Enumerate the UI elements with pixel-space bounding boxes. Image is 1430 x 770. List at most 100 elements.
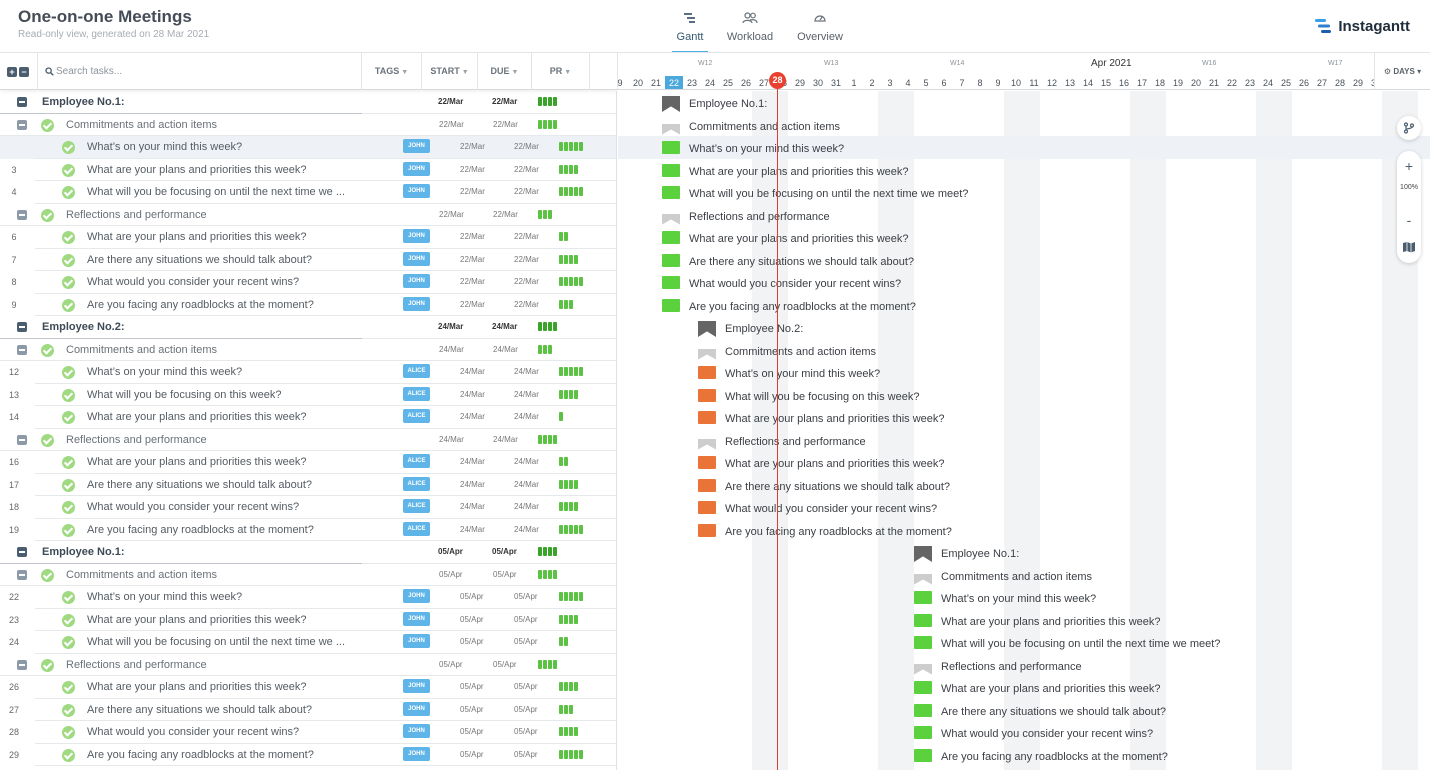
check-circle-icon[interactable] — [41, 343, 54, 357]
gantt-group-bar[interactable] — [914, 573, 932, 585]
gantt-task-bar[interactable] — [662, 186, 680, 199]
tab-gantt[interactable]: Gantt — [672, 10, 708, 53]
check-circle-icon[interactable] — [62, 231, 75, 244]
task-name[interactable]: Are you facing any roadblocks at the mom… — [87, 299, 357, 311]
check-circle-icon[interactable] — [62, 456, 75, 469]
assignee-tag[interactable]: JOHN — [403, 701, 430, 716]
check-circle-icon[interactable] — [41, 658, 54, 672]
table-row[interactable]: 4 What will you be focusing on until the … — [0, 181, 616, 204]
check-circle-icon[interactable] — [62, 411, 75, 424]
gantt-task-bar[interactable] — [914, 681, 932, 694]
task-name[interactable]: Employee No.2: — [42, 321, 342, 333]
check-circle-icon[interactable] — [62, 613, 75, 627]
task-name[interactable]: Commitments and action items — [66, 569, 356, 581]
gantt-group-bar[interactable] — [662, 213, 680, 225]
check-circle-icon[interactable] — [62, 366, 75, 379]
check-circle-icon[interactable] — [62, 298, 75, 312]
zoom-out-button[interactable]: - — [1397, 209, 1421, 231]
employee-row[interactable]: Employee No.2: 24/Mar 24/Mar — [0, 316, 616, 339]
task-name[interactable]: What would you consider your recent wins… — [87, 501, 357, 513]
collapse-toggle[interactable] — [17, 569, 27, 580]
collapse-toggle[interactable] — [17, 344, 27, 355]
gantt-task-bar[interactable] — [662, 141, 680, 154]
group-row[interactable]: Reflections and performance 24/Mar 24/Mar — [0, 429, 616, 451]
check-circle-icon[interactable] — [62, 681, 75, 694]
task-name[interactable]: What are your plans and priorities this … — [87, 681, 357, 693]
table-row[interactable]: 9 Are you facing any roadblocks at the mo… — [0, 294, 616, 316]
group-row[interactable]: Reflections and performance 22/Mar 22/Mar — [0, 204, 616, 226]
task-name[interactable]: Are you facing any roadblocks at the mom… — [87, 524, 357, 536]
column-header-tags[interactable]: TAGS ▼ — [362, 53, 422, 90]
assignee-tag[interactable]: JOHN — [403, 296, 430, 311]
table-row[interactable]: 14 What are your plans and priorities thi… — [0, 406, 616, 429]
table-row[interactable]: 28 What would you consider your recent wi… — [0, 721, 616, 744]
gantt-task-bar[interactable] — [698, 501, 716, 514]
assignee-tag[interactable]: JOHN — [403, 229, 430, 243]
task-name[interactable]: Reflections and performance — [66, 434, 356, 446]
collapse-toggle[interactable] — [17, 322, 27, 332]
task-name[interactable]: What will you be focusing on this week? — [87, 389, 357, 401]
table-row[interactable]: 3 What are your plans and priorities this… — [0, 159, 616, 181]
check-circle-icon[interactable] — [41, 568, 54, 582]
table-row[interactable]: 8 What would you consider your recent win… — [0, 271, 616, 294]
table-row[interactable]: 16 What are your plans and priorities thi… — [0, 451, 616, 474]
tab-overview[interactable]: Overview — [795, 10, 845, 52]
task-name[interactable]: What are your plans and priorities this … — [87, 164, 357, 176]
task-name[interactable]: What would you consider your recent wins… — [87, 276, 357, 288]
assignee-tag[interactable]: JOHN — [403, 746, 430, 761]
assignee-tag[interactable]: JOHN — [403, 679, 430, 693]
task-name[interactable]: Employee No.1: — [42, 96, 342, 108]
task-name[interactable]: What would you consider your recent wins… — [87, 726, 357, 738]
gantt-task-bar[interactable] — [914, 703, 932, 717]
task-name[interactable]: Commitments and action items — [66, 119, 356, 131]
check-circle-icon[interactable] — [62, 478, 75, 492]
task-name[interactable]: What’s on your mind this week? — [87, 141, 357, 153]
gantt-group-bar[interactable] — [914, 663, 932, 675]
task-name[interactable]: What will you be focusing on until the n… — [87, 636, 357, 648]
check-circle-icon[interactable] — [62, 141, 75, 154]
assignee-tag[interactable]: ALICE — [403, 476, 430, 491]
collapse-toggle[interactable] — [17, 434, 27, 445]
check-circle-icon[interactable] — [62, 591, 75, 604]
assignee-tag[interactable]: JOHN — [403, 251, 430, 266]
dependencies-button[interactable] — [1397, 116, 1421, 140]
task-name[interactable]: Are there any situations we should talk … — [87, 704, 357, 716]
assignee-tag[interactable]: JOHN — [403, 634, 430, 648]
column-header-start[interactable]: START ▼ — [422, 53, 478, 90]
search-input[interactable] — [56, 64, 346, 78]
collapse-toggle[interactable] — [17, 209, 27, 220]
task-name[interactable]: Reflections and performance — [66, 659, 356, 671]
check-circle-icon[interactable] — [62, 501, 75, 514]
assignee-tag[interactable]: JOHN — [403, 724, 430, 738]
task-name[interactable]: Commitments and action items — [66, 344, 356, 356]
assignee-tag[interactable]: ALICE — [403, 454, 430, 468]
employee-row[interactable]: Employee No.1: 22/Mar 22/Mar — [0, 91, 616, 114]
task-name[interactable]: What’s on your mind this week? — [87, 591, 357, 603]
assignee-tag[interactable]: ALICE — [403, 409, 430, 423]
assignee-tag[interactable]: ALICE — [403, 364, 430, 378]
check-circle-icon[interactable] — [41, 118, 54, 132]
zoom-in-button[interactable]: + — [1397, 155, 1421, 177]
gantt-task-bar[interactable] — [662, 298, 680, 312]
task-name[interactable]: What are your plans and priorities this … — [87, 614, 357, 626]
check-circle-icon[interactable] — [62, 253, 75, 267]
gantt-task-bar[interactable] — [698, 523, 716, 537]
gantt-task-bar[interactable] — [914, 591, 932, 604]
assignee-tag[interactable]: JOHN — [403, 139, 430, 153]
table-row[interactable]: 19 Are you facing any roadblocks at the m… — [0, 519, 616, 541]
table-row[interactable]: 26 What are your plans and priorities thi… — [0, 676, 616, 699]
task-name[interactable]: Are there any situations we should talk … — [87, 254, 357, 266]
task-name[interactable]: Employee No.1: — [42, 546, 342, 558]
gantt-task-bar[interactable] — [914, 726, 932, 739]
assignee-tag[interactable]: JOHN — [403, 589, 430, 603]
gantt-group-bar[interactable] — [914, 546, 932, 562]
table-row[interactable]: 6 What are your plans and priorities this… — [0, 226, 616, 249]
collapse-toggle[interactable] — [17, 97, 27, 107]
check-circle-icon[interactable] — [62, 748, 75, 762]
gantt-group-bar[interactable] — [662, 96, 680, 112]
table-row[interactable]: 22 What’s on your mind this week? JOHN 05/A… — [0, 586, 616, 609]
table-row[interactable]: 23 What are your plans and priorities thi… — [0, 609, 616, 631]
check-circle-icon[interactable] — [62, 388, 75, 402]
tab-workload[interactable]: Workload — [725, 10, 775, 52]
task-name[interactable]: What’s on your mind this week? — [87, 366, 357, 378]
